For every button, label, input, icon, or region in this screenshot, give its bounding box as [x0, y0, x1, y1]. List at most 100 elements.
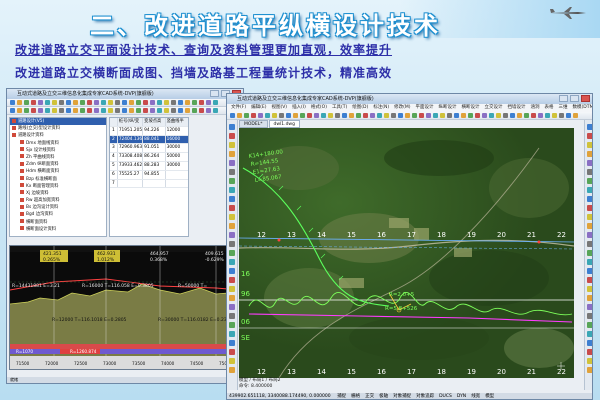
toolbar-tool-icon[interactable] — [150, 100, 155, 105]
toolbar-tool-icon[interactable] — [244, 113, 249, 118]
menu-item[interactable]: 横断设计 — [462, 105, 480, 110]
toolbar-tool-icon[interactable] — [468, 113, 473, 118]
palette-tool-icon[interactable] — [587, 133, 592, 139]
tab-drawing[interactable]: dwl1.dwg — [268, 120, 300, 128]
menu-item[interactable]: 数模(DTM) — [573, 105, 592, 110]
toolbar-tool-icon[interactable] — [265, 113, 270, 118]
toolbar-tool-icon[interactable] — [573, 113, 578, 118]
tree-item[interactable]: Zdm 纵断面资料 — [10, 161, 106, 168]
palette-tool-icon[interactable] — [587, 214, 592, 220]
palette-tool-icon[interactable] — [229, 259, 235, 265]
toolbar-tool-icon[interactable] — [101, 108, 106, 113]
status-toggle[interactable]: DUCS — [439, 394, 452, 399]
data-tree[interactable]: 道路设计(V5) 路线(立交)型设计资料 道路设计资料 Dmx 地面线资料 Sjx 设计… — [9, 117, 107, 237]
menu-item[interactable]: 表格 — [545, 105, 554, 110]
toolbar-tool-icon[interactable] — [363, 113, 368, 118]
palette-tool-icon[interactable] — [587, 268, 592, 274]
profile-graph[interactable]: 421.351 462.931 0.265% 1.012% 464.957 40… — [9, 245, 241, 370]
palette-tool-icon[interactable] — [587, 358, 592, 364]
palette-tool-icon[interactable] — [229, 322, 235, 328]
toolbar-tool-icon[interactable] — [164, 108, 169, 113]
palette-tool-icon[interactable] — [587, 259, 592, 265]
toolbar-tool-icon[interactable] — [143, 108, 148, 113]
toolbar-tool-icon[interactable] — [440, 113, 445, 118]
toolbar-tool-icon[interactable] — [31, 108, 36, 113]
palette-tool-icon[interactable] — [229, 133, 235, 139]
palette-tool-icon[interactable] — [587, 232, 592, 238]
toolbar-tool-icon[interactable] — [377, 113, 382, 118]
toolbar-tool-icon[interactable] — [38, 100, 43, 105]
toolbar-tool-icon[interactable] — [314, 113, 319, 118]
toolbar-tool-icon[interactable] — [87, 100, 92, 105]
table-row[interactable]: 7 — [110, 179, 188, 189]
toolbar-tool-icon[interactable] — [426, 113, 431, 118]
table-row[interactable]: 3 72960.963 91.051 30000 — [110, 144, 188, 154]
toolbar-tool-icon[interactable] — [129, 100, 134, 105]
toolbar-tool-icon[interactable] — [206, 100, 211, 105]
menu-item[interactable]: 工具(T) — [332, 105, 347, 110]
toolbar-tool-icon[interactable] — [559, 113, 564, 118]
table-row[interactable]: 6 75525.27 94.855 — [110, 170, 188, 180]
toolbar-tool-icon[interactable] — [38, 108, 43, 113]
toolbar-tool-icon[interactable] — [237, 113, 242, 118]
toolbar-tool-icon[interactable] — [122, 108, 127, 113]
menu-item[interactable]: 平面设计 — [416, 105, 434, 110]
palette-tool-icon[interactable] — [587, 151, 592, 157]
palette-tool-icon[interactable] — [229, 367, 235, 373]
table-row[interactable]: 1 71951.205 94.226 12000 — [110, 126, 188, 136]
toolbar-tool-icon[interactable] — [230, 113, 235, 118]
aerial-map-viewport[interactable]: 12 13 14 15 16 17 18 19 20 21 22 12 13 14 15 16 17 18 19 20… — [238, 128, 575, 379]
toolbar-tool-icon[interactable] — [10, 108, 15, 113]
toolbar-tool-icon[interactable] — [101, 100, 106, 105]
maximize-button[interactable] — [570, 95, 579, 102]
toolbar-tool-icon[interactable] — [538, 113, 543, 118]
toolbar-tool-icon[interactable] — [510, 113, 515, 118]
tree-item[interactable]: Zh 平曲线资料 — [10, 154, 106, 161]
toolbar-tool-icon[interactable] — [94, 108, 99, 113]
table-row[interactable]: 4 73308.408 86.264 50000 — [110, 153, 188, 162]
palette-tool-icon[interactable] — [229, 124, 235, 130]
toolbar-tool-icon[interactable] — [258, 113, 263, 118]
palette-tool-icon[interactable] — [229, 196, 235, 202]
toolbar-tool-icon[interactable] — [454, 113, 459, 118]
toolbar-tool-icon[interactable] — [206, 108, 211, 113]
toolbar-tool-icon[interactable] — [307, 113, 312, 118]
palette-tool-icon[interactable] — [587, 196, 592, 202]
palette-tool-icon[interactable] — [229, 151, 235, 157]
toolbar-tool-icon[interactable] — [17, 100, 22, 105]
toolbar-tool-icon[interactable] — [171, 100, 176, 105]
toolbar-tool-icon[interactable] — [45, 100, 50, 105]
tree-item[interactable]: 横断面资料 — [10, 219, 106, 226]
palette-tool-icon[interactable] — [229, 268, 235, 274]
toolbar-tool-icon[interactable] — [199, 100, 204, 105]
toolbar-tool-icon[interactable] — [185, 100, 190, 105]
menu-item[interactable]: 纵断设计 — [439, 105, 457, 110]
toolbar-tool-icon[interactable] — [503, 113, 508, 118]
toolbar-tool-icon[interactable] — [293, 113, 298, 118]
status-toggle[interactable]: 捕捉 — [337, 394, 346, 399]
tree-item[interactable]: Rw 超高加宽资料 — [10, 197, 106, 204]
menu-item[interactable]: 插入(I) — [292, 105, 306, 110]
toolbar-tool-icon[interactable] — [115, 108, 120, 113]
toolbar-tool-icon[interactable] — [335, 113, 340, 118]
palette-tool-icon[interactable] — [587, 250, 592, 256]
palette-tool-icon[interactable] — [587, 313, 592, 319]
toolbar-tool-icon[interactable] — [157, 100, 162, 105]
status-toggle[interactable]: 对象追踪 — [416, 394, 434, 399]
toolbar-tool-icon[interactable] — [328, 113, 333, 118]
toolbar-tool-icon[interactable] — [178, 100, 183, 105]
right-window-titlebar[interactable]: 互动式道路及立交三维信息化集成专家CAD系统-DVP(旗舰版) — [227, 94, 592, 104]
palette-tool-icon[interactable] — [229, 331, 235, 337]
toolbar-tool-icon[interactable] — [545, 113, 550, 118]
toolbar-tool-icon[interactable] — [286, 113, 291, 118]
command-line[interactable]: 命令: 8.400000 — [239, 384, 272, 390]
palette-tool-icon[interactable] — [229, 277, 235, 283]
toolbar-tool-icon[interactable] — [398, 113, 403, 118]
menu-item[interactable]: 编辑(E) — [251, 105, 266, 110]
palette-tool-icon[interactable] — [229, 358, 235, 364]
toolbar-tool-icon[interactable] — [251, 113, 256, 118]
toolbar-tool-icon[interactable] — [24, 108, 29, 113]
menu-item[interactable]: 涵洞 — [531, 105, 540, 110]
toolbar-tool-icon[interactable] — [136, 100, 141, 105]
tree-item[interactable]: Bgd 边沟资料 — [10, 211, 106, 218]
